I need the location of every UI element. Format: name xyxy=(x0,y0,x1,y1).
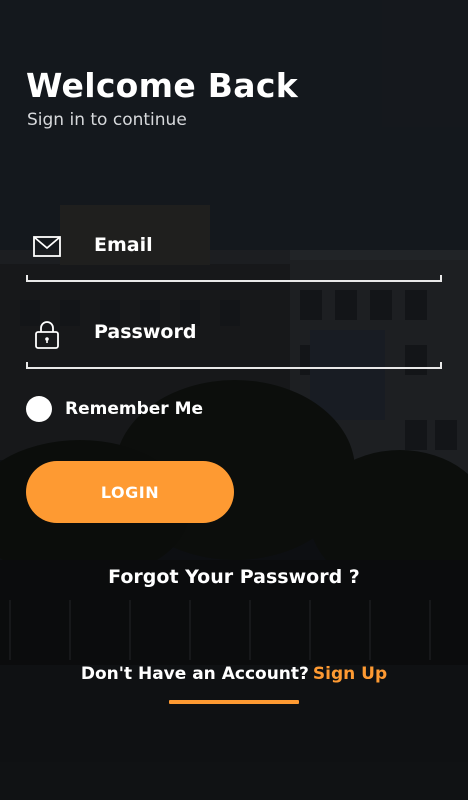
login-button[interactable]: LOGIN xyxy=(26,461,234,523)
remember-me-toggle[interactable]: Remember Me xyxy=(26,396,203,422)
page-subtitle: Sign in to continue xyxy=(27,110,187,130)
password-field[interactable] xyxy=(26,313,442,369)
signup-row: Don't Have an Account? Sign Up xyxy=(0,664,468,684)
signup-underline xyxy=(169,700,299,704)
password-input[interactable] xyxy=(94,315,424,349)
password-underline xyxy=(26,362,442,369)
remember-me-label: Remember Me xyxy=(65,399,204,419)
sign-up-link[interactable]: Sign Up xyxy=(313,664,387,684)
no-account-prompt: Don't Have an Account? xyxy=(80,664,309,684)
remember-me-radio[interactable] xyxy=(26,396,52,422)
forgot-password-link[interactable]: Forgot Your Password ? xyxy=(0,566,468,588)
email-input[interactable] xyxy=(94,228,424,262)
email-field[interactable] xyxy=(26,226,442,282)
email-underline xyxy=(26,275,442,282)
login-screen: Welcome Back Sign in to continue Remembe… xyxy=(0,0,468,800)
lock-icon xyxy=(32,319,62,349)
mail-icon xyxy=(32,232,62,262)
page-title: Welcome Back xyxy=(26,66,298,105)
